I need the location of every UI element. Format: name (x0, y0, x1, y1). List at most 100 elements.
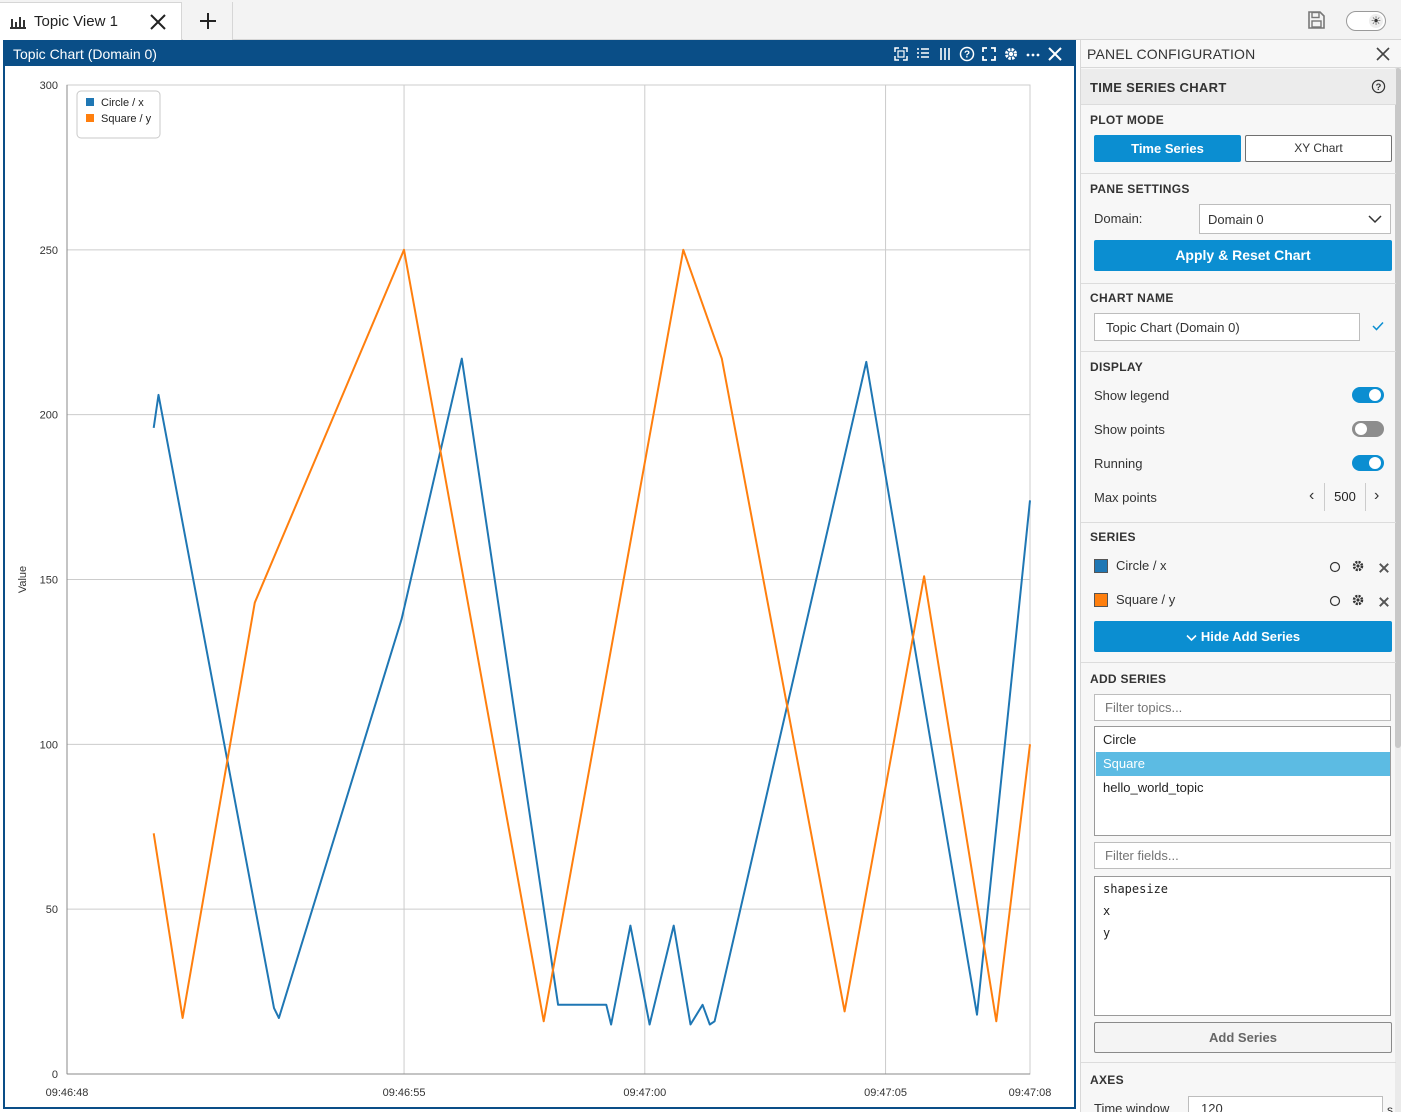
max-points-label: Max points (1094, 490, 1157, 505)
add-series-title: ADD SERIES (1090, 672, 1167, 686)
help-icon[interactable]: ? (1371, 79, 1386, 94)
legend-icon[interactable] (914, 45, 932, 63)
close-tab-icon[interactable] (148, 12, 168, 32)
x-tick-label: 09:47:00 (623, 1087, 666, 1099)
chart-panel: Topic Chart (Domain 0) ? 0 50 100 150 20… (3, 40, 1076, 1109)
y-tick-label: 50 (46, 904, 58, 916)
time-window-input[interactable]: 120 (1188, 1096, 1383, 1112)
show-points-label: Show points (1094, 422, 1165, 437)
chart-header: Topic Chart (Domain 0) ? (5, 42, 1074, 66)
legend-swatch (86, 114, 94, 122)
columns-icon[interactable] (936, 45, 954, 63)
add-series-button[interactable]: Add Series (1094, 1022, 1392, 1053)
domain-select[interactable]: Domain 0 (1199, 204, 1391, 234)
x-tick-label: 09:47:08 (1009, 1087, 1052, 1099)
show-legend-toggle[interactable] (1352, 387, 1384, 403)
chevron-down-icon (1186, 634, 1197, 641)
tab-topic-view-1[interactable]: Topic View 1 (0, 2, 182, 40)
config-header: PANEL CONFIGURATION (1081, 40, 1401, 68)
chart-type-title: TIME SERIES CHART (1090, 80, 1227, 95)
display-title: DISPLAY (1090, 360, 1144, 374)
domain-value: Domain 0 (1208, 212, 1264, 227)
running-label: Running (1094, 456, 1143, 471)
remove-icon[interactable] (1377, 561, 1391, 575)
max-points-input[interactable]: 500 (1324, 483, 1366, 511)
settings-icon[interactable] (1002, 45, 1020, 63)
field-item[interactable]: x (1103, 904, 1110, 918)
legend-swatch (86, 98, 94, 106)
filter-fields-input[interactable] (1094, 842, 1391, 869)
show-points-toggle[interactable] (1352, 421, 1384, 437)
fullscreen-icon[interactable] (980, 45, 998, 63)
filter-topics-input[interactable] (1094, 694, 1391, 721)
chart-toolbar: ? (892, 45, 1064, 63)
decrement-icon[interactable]: ‹ (1309, 487, 1314, 505)
pane-settings-section: PANE SETTINGS Domain: Domain 0 Apply & R… (1081, 174, 1396, 284)
chevron-down-icon (1368, 215, 1382, 224)
x-tick-label: 09:46:48 (46, 1087, 89, 1099)
y-tick-label: 300 (40, 80, 58, 92)
series-color-swatch[interactable] (1094, 559, 1108, 573)
series-title: SERIES (1090, 530, 1136, 544)
y-tick-label: 100 (40, 739, 58, 751)
field-item[interactable]: y (1103, 926, 1110, 940)
remove-icon[interactable] (1377, 595, 1391, 609)
panel-configuration: PANEL CONFIGURATION TIME SERIES CHART ? … (1080, 40, 1401, 1112)
chart-title: Topic Chart (Domain 0) (13, 46, 157, 62)
fields-list[interactable]: shapesize x y (1094, 876, 1391, 1016)
gear-icon[interactable] (1351, 593, 1365, 607)
topics-list[interactable]: Circle Square hello_world_topic (1094, 726, 1391, 836)
axes-title: AXES (1090, 1073, 1124, 1087)
series-label: Circle / x (1116, 558, 1167, 573)
close-chart-icon[interactable] (1046, 45, 1064, 63)
domain-label: Domain: (1094, 211, 1143, 226)
tab-bar: Topic View 1 ☀ (0, 0, 1401, 40)
time-window-value: 120 (1201, 1101, 1223, 1112)
axes-section: AXES Time window 120 s (1081, 1063, 1396, 1112)
show-legend-label: Show legend (1094, 388, 1170, 403)
help-icon[interactable]: ? (958, 45, 976, 63)
config-title: PANEL CONFIGURATION (1087, 46, 1256, 62)
chart-name-input[interactable]: Topic Chart (Domain 0) (1094, 313, 1360, 341)
add-tab-button[interactable] (183, 2, 233, 40)
increment-icon[interactable]: › (1374, 487, 1379, 505)
plus-icon (200, 13, 216, 29)
plot-mode-section: PLOT MODE Time Series XY Chart (1081, 105, 1396, 174)
plot-mode-title: PLOT MODE (1090, 113, 1165, 127)
series-color-swatch[interactable] (1094, 593, 1108, 607)
topic-item[interactable]: hello_world_topic (1096, 776, 1390, 800)
time-series-mode-button[interactable]: Time Series (1094, 135, 1241, 162)
time-window-unit: s (1387, 1103, 1393, 1112)
circle-icon[interactable] (1328, 594, 1342, 608)
more-icon[interactable] (1024, 45, 1042, 63)
field-item[interactable]: shapesize (1103, 882, 1168, 896)
zoom-reset-icon[interactable] (892, 45, 910, 63)
legend-label: Circle / x (101, 97, 144, 109)
circle-icon[interactable] (1328, 560, 1342, 574)
tab-label: Topic View 1 (34, 13, 118, 30)
check-icon[interactable] (1372, 321, 1384, 331)
theme-toggle[interactable]: ☀ (1346, 11, 1386, 31)
svg-text:?: ? (964, 50, 970, 61)
add-series-section: ADD SERIES Circle Square hello_world_top… (1081, 663, 1396, 1063)
running-toggle[interactable] (1352, 455, 1384, 471)
save-icon[interactable] (1306, 10, 1326, 30)
time-window-label: Time window (1094, 1101, 1170, 1112)
close-config-icon[interactable] (1375, 46, 1391, 62)
hide-add-series-button[interactable]: Hide Add Series (1094, 621, 1392, 652)
y-tick-label: 250 (40, 245, 58, 257)
topic-item[interactable]: Circle (1096, 728, 1390, 752)
xy-chart-mode-button[interactable]: XY Chart (1245, 135, 1392, 162)
y-tick-label: 0 (52, 1069, 58, 1081)
gear-icon[interactable] (1351, 559, 1365, 573)
series-section: SERIES Circle / x Square / y Hide Add Se… (1081, 523, 1396, 663)
x-tick-label: 09:46:55 (383, 1087, 426, 1099)
apply-reset-chart-button[interactable]: Apply & Reset Chart (1094, 240, 1392, 271)
chart-name-title: CHART NAME (1090, 291, 1174, 305)
display-section: DISPLAY Show legend Show points Running … (1081, 352, 1396, 523)
chart-name-value: Topic Chart (Domain 0) (1106, 320, 1240, 335)
topic-item-selected[interactable]: Square (1096, 752, 1390, 776)
pane-settings-title: PANE SETTINGS (1090, 182, 1190, 196)
time-series-chart[interactable]: 0 50 100 150 200 250 300 09:46:48 09:46:55 09:47:… (5, 66, 1074, 1109)
chart-name-section: CHART NAME Topic Chart (Domain 0) (1081, 284, 1396, 352)
